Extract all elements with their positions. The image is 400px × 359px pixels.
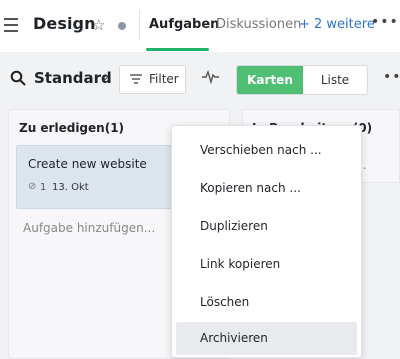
- column-header: Zu erledigen(1): [19, 121, 125, 135]
- menu-item-loeschen[interactable]: Löschen: [172, 286, 361, 319]
- menu-item-duplizieren[interactable]: Duplizieren: [172, 210, 361, 243]
- tab-diskussionen[interactable]: Diskussionen: [216, 17, 301, 32]
- divider: [139, 10, 140, 40]
- active-tab-indicator: [146, 48, 209, 51]
- filter-button[interactable]: Filter: [119, 65, 186, 94]
- menu-item-kopieren[interactable]: Kopieren nach ...: [172, 172, 361, 205]
- tab-aufgaben[interactable]: Aufgaben: [149, 17, 219, 32]
- add-task-link[interactable]: Aufgabe hinzufügen...: [23, 221, 155, 235]
- hamburger-menu-icon[interactable]: [4, 18, 18, 32]
- task-title: Create new website: [28, 157, 147, 171]
- view-toggle-liste[interactable]: Liste: [303, 66, 367, 94]
- filter-icon: [130, 74, 142, 84]
- status-dot-icon[interactable]: [118, 22, 126, 30]
- menu-item-link-kopieren[interactable]: Link kopieren: [172, 248, 361, 281]
- activity-icon[interactable]: [202, 70, 219, 84]
- search-icon[interactable]: [10, 70, 26, 86]
- attachment-count: 1: [40, 182, 47, 193]
- chevron-down-icon[interactable]: ⌄: [100, 69, 110, 83]
- due-date: 13. Okt: [52, 182, 89, 193]
- more-options-icon[interactable]: •••: [383, 69, 400, 85]
- view-toggle-karten[interactable]: Karten: [237, 66, 303, 94]
- paperclip-icon: ⊘: [28, 181, 37, 192]
- tab-more-link[interactable]: + 2 weitere: [299, 17, 375, 32]
- menu-item-verschieben[interactable]: Verschieben nach ...: [172, 134, 361, 167]
- context-menu: Verschieben nach ... Kopieren nach ... D…: [171, 125, 362, 358]
- top-header: Design ☆ Aufgaben Diskussionen + 2 weite…: [0, 0, 400, 53]
- toolbar: Standard ⌄ Filter Karten Liste •••: [0, 52, 400, 108]
- star-icon[interactable]: ☆: [92, 16, 105, 34]
- view-toggle: Karten Liste: [236, 65, 368, 95]
- menu-item-archivieren[interactable]: Archivieren: [176, 322, 357, 355]
- filter-label: Filter: [149, 72, 179, 86]
- more-options-icon[interactable]: •••: [371, 14, 399, 30]
- project-title: Design: [33, 14, 96, 33]
